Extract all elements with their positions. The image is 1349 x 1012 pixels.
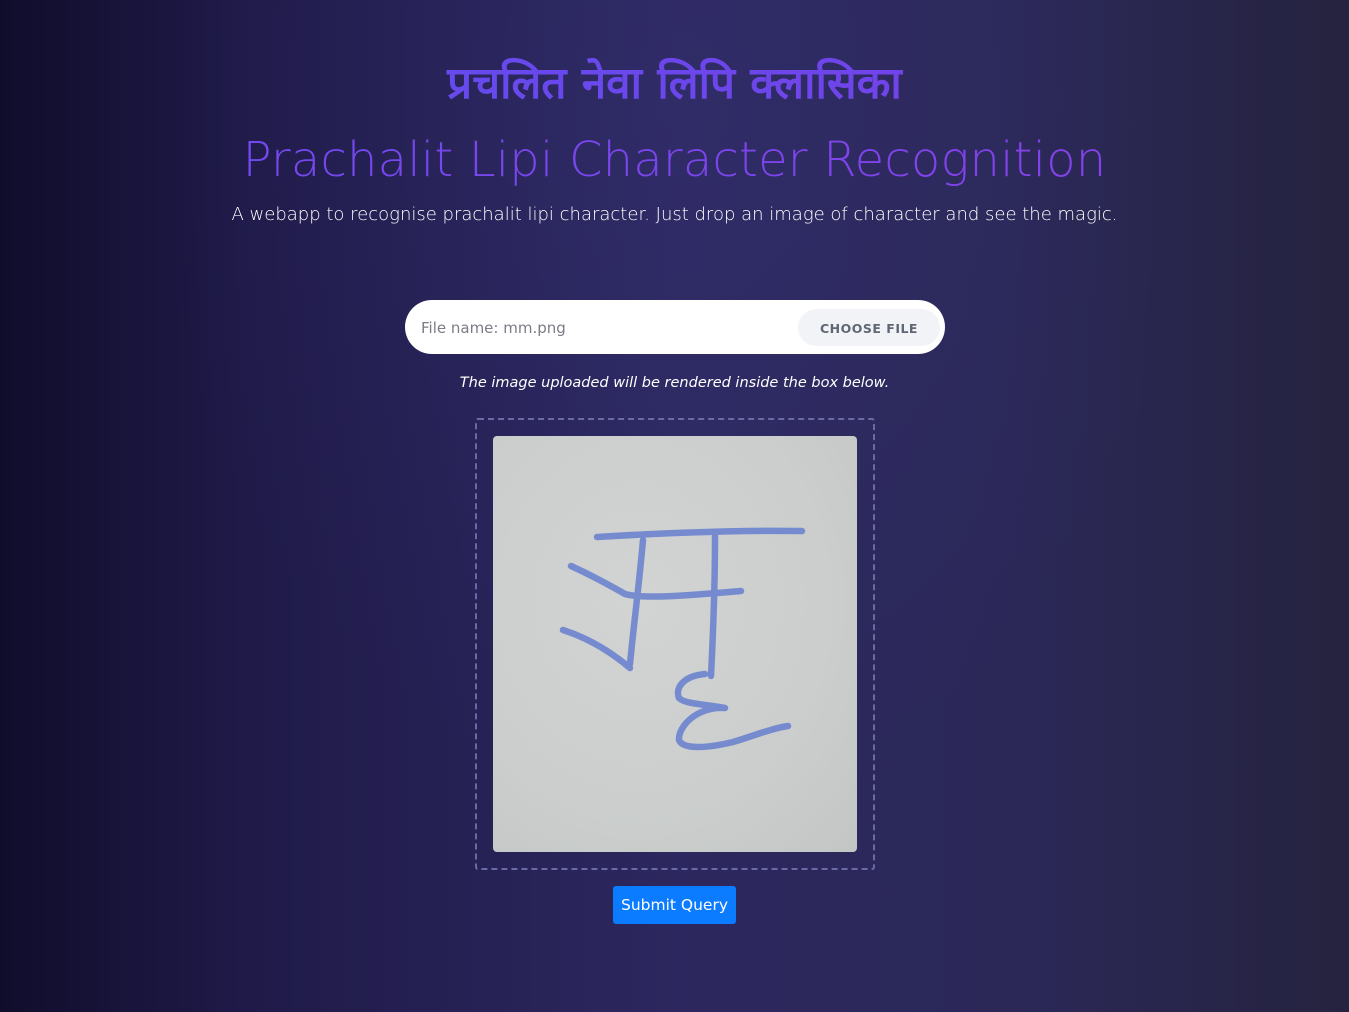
file-input[interactable]: File name: mm.png CHOOSE FILE — [405, 300, 945, 354]
upload-hint: The image uploaded will be rendered insi… — [459, 375, 890, 391]
page-subtitle: A webapp to recognise prachalit lipi cha… — [231, 204, 1118, 225]
handwritten-character-image — [559, 527, 806, 751]
choose-file-button[interactable]: CHOOSE FILE — [798, 309, 940, 346]
page: प्रचलित नेवा लिपि क्लासिका Prachalit Lip… — [0, 0, 1349, 1012]
script-title: प्रचलित नेवा लिपि क्लासिका — [0, 52, 1349, 116]
file-name-display: File name: mm.png — [421, 319, 566, 337]
page-title: Prachalit Lipi Character Recognition — [0, 128, 1349, 192]
submit-query-button[interactable]: Submit Query — [613, 886, 736, 924]
uploaded-image-preview — [493, 436, 857, 852]
